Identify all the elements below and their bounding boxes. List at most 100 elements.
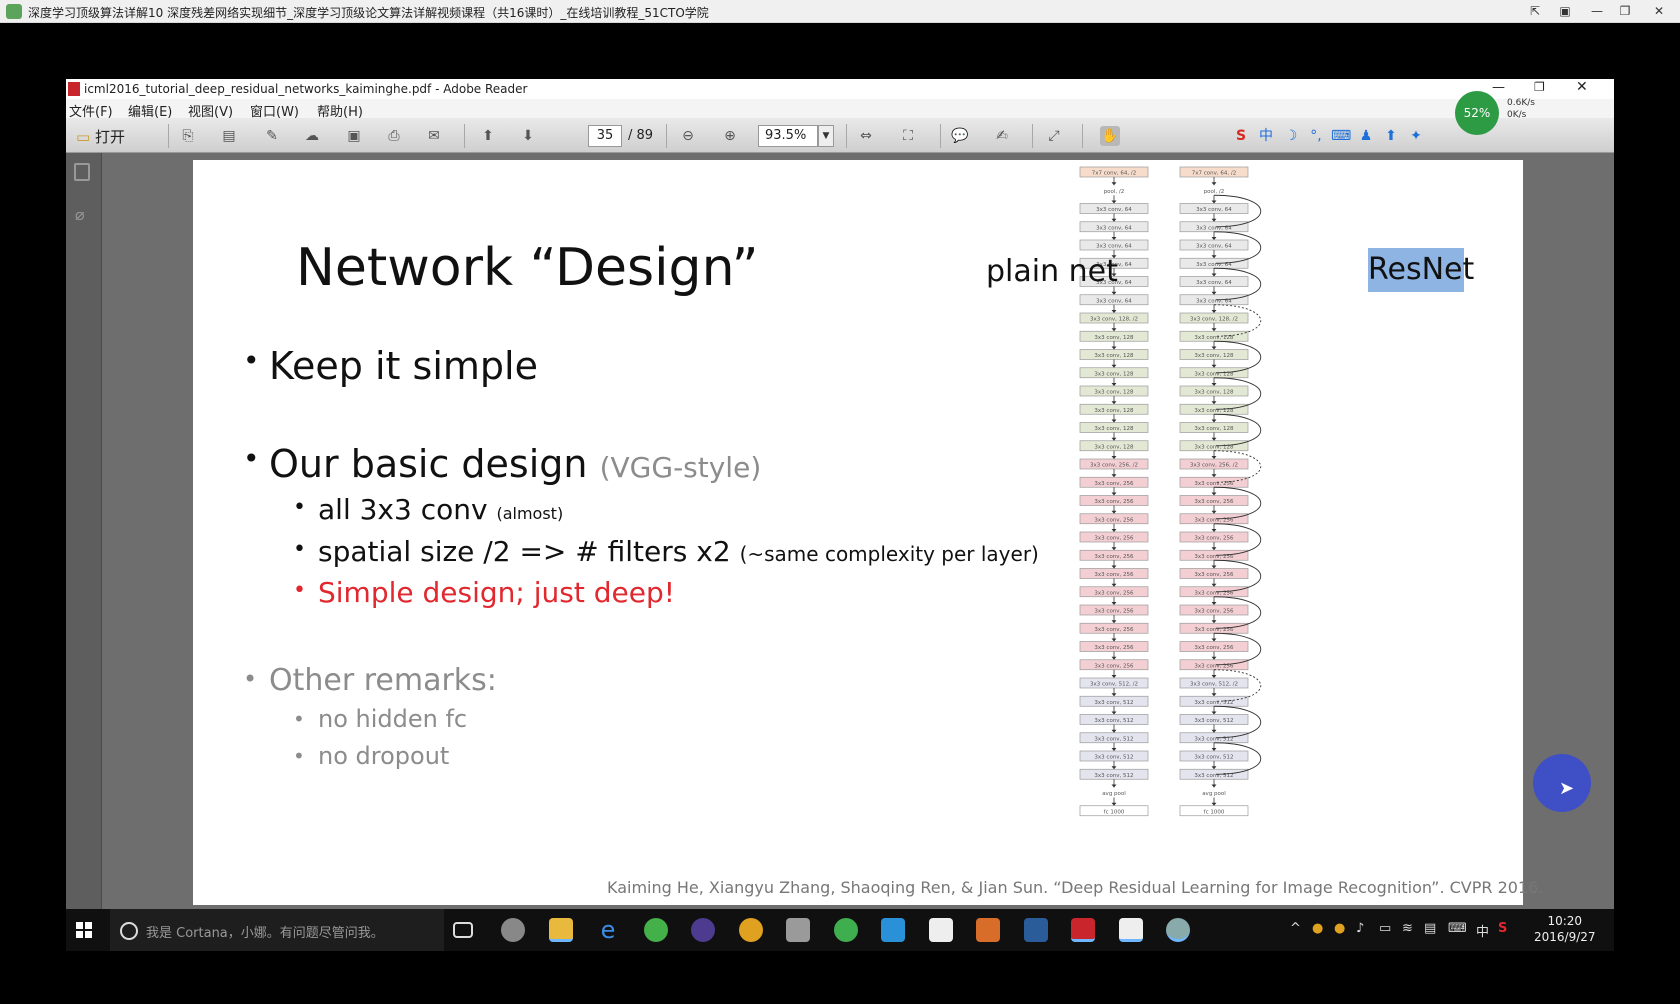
browser-taskbar-icon[interactable] xyxy=(1166,918,1190,942)
fit-page-icon[interactable]: ⛶ xyxy=(898,126,918,146)
app-icon-7[interactable] xyxy=(881,918,905,942)
net-speed: 0.6K/s 0K/s xyxy=(1507,98,1535,120)
app-icon-8[interactable] xyxy=(976,918,1000,942)
resnet-arrowhead xyxy=(1211,602,1217,605)
create-pdf-icon[interactable]: ⎘ xyxy=(178,126,198,146)
resnet-arrowhead xyxy=(1211,492,1217,496)
vgg-style-note: (VGG-style) xyxy=(599,451,762,484)
app-icon-6[interactable] xyxy=(834,918,858,942)
export-pdf-icon[interactable]: ▤ xyxy=(219,126,239,146)
slide-title: Network “Design” xyxy=(296,238,759,298)
volume-icon[interactable]: ♪ xyxy=(1356,921,1364,936)
plain-arrowhead xyxy=(1111,565,1117,569)
ime-moon-icon[interactable]: ☽ xyxy=(1281,126,1301,146)
plain-layer-label: 3x3 conv, 128 xyxy=(1094,390,1134,396)
tray-app-icon-2[interactable]: ● xyxy=(1334,921,1345,936)
open-button[interactable]: ▭ 打开 xyxy=(76,126,125,147)
ime-punct-icon[interactable]: °, xyxy=(1306,126,1326,146)
next-page-icon[interactable]: ⬇ xyxy=(518,126,538,146)
attachment-icon[interactable]: ⌀ xyxy=(75,205,85,224)
resnet-layer-label: 3x3 conv, 64 xyxy=(1196,280,1232,286)
sign-icon[interactable]: ✍ xyxy=(992,126,1012,146)
app-icon-4[interactable] xyxy=(739,918,763,942)
network-speed-widget[interactable]: 52% 0.6K/s 0K/s xyxy=(1455,91,1573,135)
bullet-dot: • xyxy=(293,707,305,731)
hand-tool-icon[interactable]: ✋ xyxy=(1100,126,1120,146)
cortana-text: 我是 Cortana，小娜。有问题尽管问我。 xyxy=(146,926,384,941)
app-icon-1[interactable] xyxy=(501,918,525,942)
ime-user-icon[interactable]: ♟ xyxy=(1356,126,1376,146)
plain-arrowhead xyxy=(1111,364,1117,368)
reader-titlebar: icml2016_tutorial_deep_residual_networks… xyxy=(66,79,1614,99)
maximize-button[interactable]: ❐ xyxy=(1612,2,1638,20)
task-view-icon[interactable] xyxy=(453,922,473,938)
zoom-input[interactable]: 93.5% xyxy=(758,125,818,147)
bullet-dot: • xyxy=(243,442,260,475)
reader-close-button[interactable]: ✕ xyxy=(1576,79,1588,95)
fit-width-icon[interactable]: ⇔ xyxy=(856,126,876,146)
ime-indicator[interactable]: 中 xyxy=(1476,921,1489,940)
adobe-reader-taskbar-icon[interactable] xyxy=(1071,918,1095,942)
plain-layer-label: 3x3 conv, 512 xyxy=(1094,700,1133,706)
ime-skin-icon[interactable]: ⬆ xyxy=(1381,126,1401,146)
save-icon[interactable]: ▣ xyxy=(344,126,364,146)
sogou-ime-icon[interactable]: S xyxy=(1231,126,1251,146)
plain-arrowhead xyxy=(1111,437,1117,441)
app-icon-10[interactable] xyxy=(1119,918,1143,942)
ime-tools-icon[interactable]: ✦ xyxy=(1406,126,1426,146)
ime-keyboard-icon[interactable]: ⌨ xyxy=(1331,126,1351,146)
action-center-icon[interactable]: ▤ xyxy=(1424,921,1436,936)
edge-icon[interactable]: e xyxy=(596,918,620,942)
tray-app-icon-1[interactable]: ● xyxy=(1312,921,1323,936)
file-explorer-icon[interactable] xyxy=(549,918,573,942)
plain-layer-label: 3x3 conv, 256 xyxy=(1094,517,1134,523)
resnet-arrowhead xyxy=(1211,182,1217,186)
restore-small-icon[interactable]: ▣ xyxy=(1552,2,1578,20)
tray-expand-icon[interactable]: ^ xyxy=(1290,921,1301,936)
resnet-layer-label: 3x3 conv, 256 xyxy=(1194,609,1234,615)
app-icon-5[interactable] xyxy=(786,918,810,942)
minimize-button[interactable]: — xyxy=(1584,2,1610,20)
page-number-input[interactable]: 35 xyxy=(588,125,622,147)
resnet-layer-label: 3x3 conv, 128 xyxy=(1194,390,1234,396)
resnet-layer-label: 3x3 conv, 512 xyxy=(1194,718,1233,724)
email-icon[interactable]: ✉ xyxy=(424,126,444,146)
plain-arrowhead xyxy=(1111,419,1117,423)
app-icon-2[interactable] xyxy=(644,918,668,942)
resnet-layer-label: fc 1000 xyxy=(1204,809,1225,815)
pages-panel-icon[interactable] xyxy=(74,163,90,181)
wifi-icon[interactable]: ≋ xyxy=(1402,921,1413,936)
app-icon-3[interactable] xyxy=(691,918,715,942)
bullet-dot: • xyxy=(293,537,306,562)
app-icon-9[interactable] xyxy=(1024,918,1048,942)
sogou-tray-icon[interactable]: S xyxy=(1498,921,1507,936)
windows-start-icon[interactable] xyxy=(76,922,92,938)
plain-net-label: plain net xyxy=(986,254,1118,289)
print-icon[interactable]: ⎙ xyxy=(384,126,404,146)
zoom-dropdown-icon[interactable]: ▼ xyxy=(818,125,834,147)
resnet-arrowhead xyxy=(1211,346,1217,350)
upload-icon[interactable]: ☁ xyxy=(302,126,322,146)
plain-arrowhead xyxy=(1111,802,1117,806)
resnet-arrowhead xyxy=(1211,784,1217,788)
fullscreen-icon[interactable]: ⤢ xyxy=(1044,126,1064,146)
folder-icon: ▭ xyxy=(76,128,91,146)
bullet-dot: • xyxy=(243,344,260,377)
prev-page-icon[interactable]: ⬆ xyxy=(478,126,498,146)
pin-icon[interactable]: ⇱ xyxy=(1522,2,1548,20)
resnet-arrowhead xyxy=(1211,237,1217,240)
clock[interactable]: 10:20 2016/9/27 xyxy=(1534,913,1596,945)
zoom-out-icon[interactable]: ⊖ xyxy=(678,126,698,146)
keyboard-icon[interactable]: ⌨ xyxy=(1448,921,1467,936)
ime-chinese-icon[interactable]: 中 xyxy=(1256,126,1276,146)
store-icon[interactable] xyxy=(929,918,953,942)
close-button[interactable]: ✕ xyxy=(1646,2,1672,20)
zoom-in-icon[interactable]: ⊕ xyxy=(720,126,740,146)
cortana-search-box[interactable]: 我是 Cortana，小娜。有问题尽管问我。 xyxy=(110,909,444,951)
battery-icon[interactable]: ▭ xyxy=(1379,921,1391,936)
edit-icon[interactable]: ✎ xyxy=(262,126,282,146)
resnet-arrowhead xyxy=(1211,401,1217,405)
resnet-arrowhead xyxy=(1211,748,1217,751)
comment-icon[interactable]: 💬 xyxy=(950,126,970,146)
plain-layer-label: 3x3 conv, 64 xyxy=(1096,298,1132,304)
